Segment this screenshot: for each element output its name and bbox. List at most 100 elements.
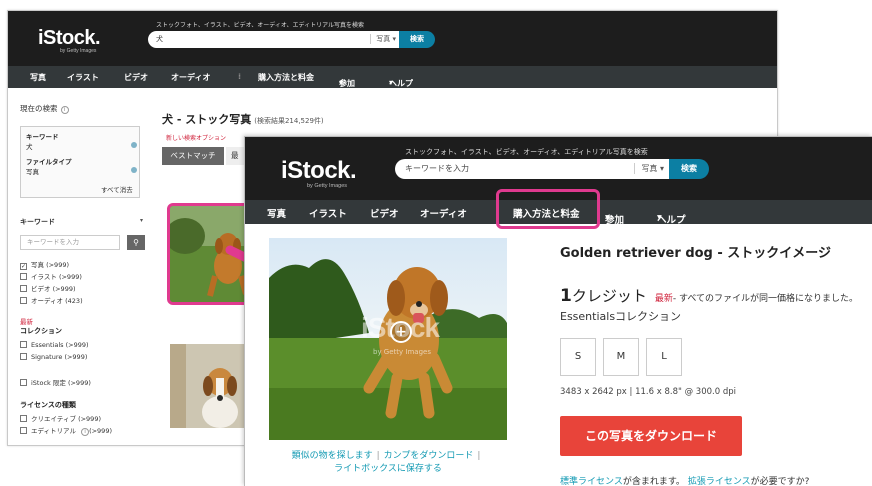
zoom-icon[interactable]: + bbox=[390, 321, 412, 343]
collapse-icon[interactable]: ▾ bbox=[140, 217, 143, 224]
size-m-button[interactable]: M bbox=[603, 338, 639, 376]
filter-keyword-label: キーワード bbox=[26, 133, 59, 141]
keyword-title: キーワード bbox=[20, 218, 55, 226]
license-label: エディトリアル bbox=[31, 427, 76, 435]
type-count: (>999) bbox=[58, 273, 82, 281]
license-title: ライセンスの種類 bbox=[20, 401, 76, 409]
download-comp-link[interactable]: カンプをダウンロード bbox=[384, 451, 474, 461]
istock-only-label: iStock 限定 bbox=[31, 379, 66, 387]
type-video-checkbox[interactable]: ビデオ (>999) bbox=[20, 283, 76, 293]
main-nav: 写真 イラスト ビデオ オーディオ ⁞ 購入方法と料金 参加 ▾ ヘルプ ▾ bbox=[8, 66, 777, 88]
nav-audio[interactable]: オーディオ bbox=[420, 206, 467, 220]
image-dimensions: 3483 x 2642 px | 11.6 x 8.8" @ 300.0 dpi bbox=[560, 387, 736, 397]
collection-count: (>999) bbox=[64, 353, 88, 361]
nav-illustration[interactable]: イラスト bbox=[309, 206, 347, 220]
photo-detail-window: iStock. by Getty Images ストックフォト、イラスト、ビデオ、… bbox=[244, 136, 872, 486]
find-similar-link[interactable]: 類似の物を探します bbox=[292, 451, 373, 461]
remove-filter-icon[interactable] bbox=[131, 142, 137, 148]
collection-title: コレクション bbox=[20, 327, 62, 335]
collection-essentials-checkbox[interactable]: Essentials (>999) bbox=[20, 341, 89, 349]
search-button[interactable]: 検索 bbox=[669, 159, 709, 179]
sort-best-match-tab[interactable]: ベストマッチ bbox=[162, 147, 224, 165]
chevron-down-icon: ▾ bbox=[389, 78, 394, 87]
nav-video[interactable]: ビデオ bbox=[124, 72, 148, 83]
logo-text: iStock. bbox=[38, 27, 101, 49]
download-button[interactable]: この写真をダウンロード bbox=[560, 416, 742, 456]
search-type-select[interactable]: 写真 ▾ bbox=[634, 163, 664, 174]
collection-signature-checkbox[interactable]: Signature (>999) bbox=[20, 353, 87, 361]
logo-sub: by Getty Images bbox=[307, 183, 348, 189]
checkbox-icon bbox=[20, 285, 27, 292]
type-photo-checkbox[interactable]: ✓ 写真 (>999) bbox=[20, 259, 69, 270]
logo-text: iStock. bbox=[281, 157, 357, 184]
watermark-sub: by Getty Images bbox=[373, 348, 431, 356]
keyword-input[interactable]: キーワードを入力 bbox=[20, 235, 120, 250]
istock-logo[interactable]: iStock. by Getty Images bbox=[281, 157, 357, 189]
clear-all-link[interactable]: すべて消去 bbox=[101, 184, 133, 194]
nav-audio[interactable]: オーディオ bbox=[171, 72, 210, 83]
current-search-label: 現在の検索 bbox=[20, 104, 58, 113]
checkbox-icon bbox=[20, 341, 27, 348]
photo-title: Golden retriever dog - ストックイメージ bbox=[560, 246, 832, 261]
type-count: (>999) bbox=[46, 261, 70, 269]
screenshot-composite: iStock. by Getty Images ストックフォト、イラスト、ビデオ、… bbox=[0, 0, 872, 486]
size-s-button[interactable]: S bbox=[560, 338, 596, 376]
filter-type-label: ファイルタイプ bbox=[26, 158, 72, 166]
nav-pricing[interactable]: 購入方法と料金 bbox=[258, 72, 314, 83]
separator: | bbox=[376, 451, 380, 461]
license-editorial-checkbox[interactable]: エディトリアル i (>999) bbox=[20, 425, 112, 436]
type-audio-checkbox[interactable]: オーディオ (423) bbox=[20, 295, 83, 305]
search-type-select[interactable]: 写真 ▾ bbox=[370, 34, 396, 44]
search-button[interactable]: 検索 bbox=[399, 31, 435, 48]
extended-license-link[interactable]: 拡張ライセンス bbox=[688, 477, 751, 486]
search-placeholder: キーワードを入力 bbox=[405, 164, 469, 173]
checkbox-icon bbox=[20, 379, 27, 386]
new-search-option-link[interactable]: 新しい検索オプション bbox=[166, 133, 226, 142]
tagline: ストックフォト、イラスト、ビデオ、オーディオ、エディトリアル写真を検索 bbox=[156, 22, 365, 29]
license-label: クリエイティブ bbox=[31, 415, 76, 423]
checkbox-icon bbox=[20, 415, 27, 422]
current-search-title: 現在の検索 i bbox=[20, 103, 69, 114]
istock-only-checkbox[interactable]: iStock 限定 (>999) bbox=[20, 377, 91, 387]
current-filters: キーワード 犬 ファイルタイプ 写真 すべて消去 bbox=[20, 126, 140, 198]
nav-photo[interactable]: 写真 bbox=[267, 206, 286, 220]
type-label: ビデオ bbox=[31, 285, 51, 293]
istock-logo[interactable]: iStock. by Getty Images bbox=[38, 27, 101, 54]
nav-video[interactable]: ビデオ bbox=[370, 206, 399, 220]
separator: | bbox=[477, 451, 481, 461]
checkbox-checked-icon: ✓ bbox=[20, 263, 27, 270]
results-title: 犬 - ストック写真 (検索結果214,529件) bbox=[162, 111, 324, 127]
nav-separator: ⁞ bbox=[238, 72, 242, 81]
search-input[interactable]: キーワードを入力 写真 ▾ bbox=[395, 159, 670, 179]
chevron-down-icon: ▾ bbox=[659, 164, 664, 173]
info-icon[interactable]: i bbox=[60, 106, 69, 114]
search-value: 犬 bbox=[156, 35, 163, 43]
license-creative-checkbox[interactable]: クリエイティブ (>999) bbox=[20, 413, 101, 423]
checkbox-icon bbox=[20, 427, 27, 434]
type-count: (>999) bbox=[52, 285, 76, 293]
search-icon[interactable]: ⚲ bbox=[127, 235, 145, 250]
standard-license-link[interactable]: 標準ライセンス bbox=[560, 477, 623, 486]
type-label: イラスト bbox=[31, 273, 57, 281]
type-illustration-checkbox[interactable]: イラスト (>999) bbox=[20, 271, 82, 281]
checkbox-icon bbox=[20, 297, 27, 304]
nav-illustration[interactable]: イラスト bbox=[67, 72, 99, 83]
collection-label: Essentials bbox=[31, 341, 64, 349]
price-unit: クレジット bbox=[571, 287, 647, 305]
remove-filter-icon[interactable] bbox=[131, 167, 137, 173]
info-icon[interactable]: i bbox=[81, 428, 90, 436]
license-text: が含まれます。 bbox=[622, 477, 685, 486]
result-thumbnail-beagle[interactable] bbox=[170, 344, 252, 428]
size-l-button[interactable]: L bbox=[646, 338, 682, 376]
save-lightbox-link[interactable]: ライトボックスに保存する bbox=[334, 464, 442, 474]
header: iStock. by Getty Images ストックフォト、イラスト、ビデオ、… bbox=[8, 11, 777, 66]
nav-photo[interactable]: 写真 bbox=[30, 72, 46, 83]
logo-sub: by Getty Images bbox=[60, 48, 97, 54]
search-input[interactable]: 犬 写真 ▾ bbox=[148, 31, 400, 48]
main-photo[interactable]: iStock by Getty Images + bbox=[269, 238, 507, 440]
new-badge: 最新 bbox=[20, 318, 33, 326]
license-count: (>999) bbox=[78, 415, 101, 423]
filter-type-value: 写真 bbox=[26, 168, 39, 176]
price-line: 1クレジット 最新- すべてのファイルが同一価格になりました。 bbox=[560, 285, 858, 306]
search-type-label: 写真 bbox=[641, 164, 658, 173]
